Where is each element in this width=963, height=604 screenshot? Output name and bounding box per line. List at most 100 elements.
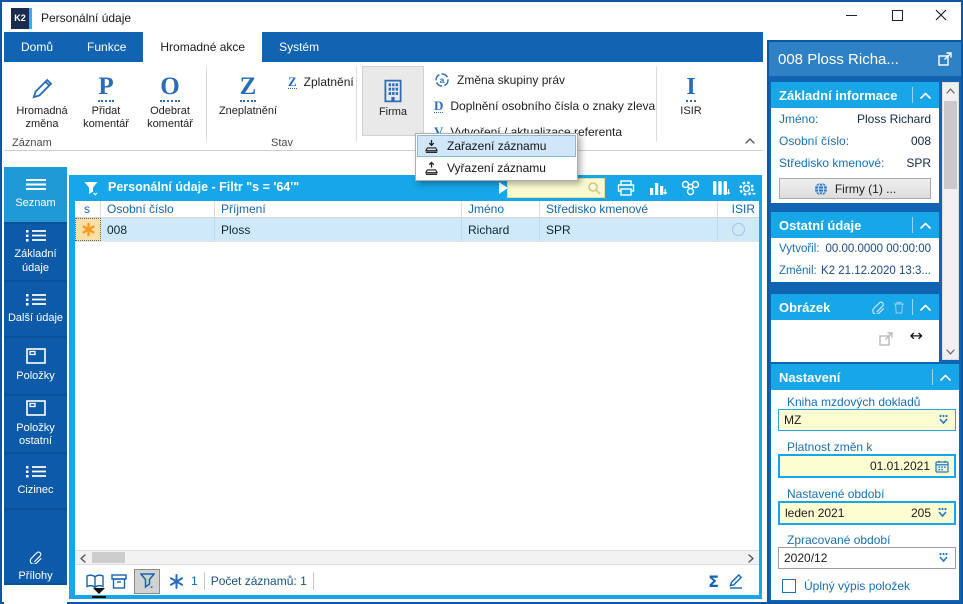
hromadna-zmena-button[interactable]: Hromadná změna xyxy=(10,66,74,136)
scrollbar-thumb[interactable] xyxy=(944,101,957,189)
zmena-skupiny-prav-button[interactable]: a Změna skupiny práv xyxy=(434,68,565,92)
filter-funnel-icon[interactable] xyxy=(79,179,103,197)
scroll-down-button[interactable] xyxy=(943,344,958,359)
record-count-label: Počet záznamů: 1 xyxy=(210,574,307,588)
collapse-chevron-icon[interactable] xyxy=(920,304,931,311)
sidebar-item-polozky-ostatni[interactable]: Položky ostatní xyxy=(4,396,67,454)
menu-item-zarazeni-zaznamu[interactable]: Zařazení záznamu xyxy=(417,135,576,157)
odebrat-komentar-button[interactable]: O Odebrat komentář xyxy=(138,66,202,136)
zplatneni-button[interactable]: Z Zplatnění xyxy=(288,70,354,94)
firma-button[interactable]: Firma xyxy=(362,66,424,136)
menu-item-label: Doplnění osobního čísla o znaky zleva xyxy=(450,99,656,113)
letter-p-icon: P xyxy=(98,73,114,102)
column-header-isir[interactable]: ISIR xyxy=(718,201,759,217)
scroll-left-icon[interactable] xyxy=(80,554,86,563)
obdobi-combo[interactable]: leden 2021 205 xyxy=(778,501,956,525)
workflow-button[interactable] xyxy=(678,179,702,197)
section-header[interactable]: Základní informace xyxy=(771,82,939,108)
column-header-prijmeni[interactable]: Příjmení xyxy=(215,201,462,217)
calendar-icon[interactable] xyxy=(935,460,949,473)
filter-title: Personální údaje - Filtr "s = '64'" xyxy=(108,180,300,194)
column-header-jmeno[interactable]: Jméno xyxy=(462,201,540,217)
letter-z-small-icon: Z xyxy=(288,74,297,89)
combo-extra-value: 205 xyxy=(910,506,931,520)
section-header[interactable]: Nastavení xyxy=(771,364,959,390)
detail-panel: 008 Ploss Richa... Základní informace Jm… xyxy=(767,40,963,604)
sidebar-item-seznam[interactable]: Seznam xyxy=(4,167,67,224)
minimize-button[interactable] xyxy=(834,2,868,28)
columns-button[interactable] xyxy=(709,179,733,197)
tab-system[interactable]: Systém xyxy=(262,32,336,62)
collapse-chevron-icon[interactable] xyxy=(920,92,931,99)
dropdown-icon[interactable] xyxy=(937,552,950,564)
horizontal-scrollbar[interactable] xyxy=(75,550,759,565)
grid-row[interactable]: 008 Ploss Richard SPR xyxy=(75,218,759,242)
panel-scrollbar[interactable] xyxy=(942,82,959,360)
zpracovane-combo[interactable]: 2020/12 xyxy=(778,547,956,569)
dropdown-icon[interactable] xyxy=(937,414,950,426)
new-records-icon[interactable] xyxy=(163,573,189,589)
pridat-komentar-button[interactable]: P Přidat komentář xyxy=(74,66,138,136)
scroll-up-button[interactable] xyxy=(943,83,958,98)
sidebar-item-prilohy[interactable]: Přílohy xyxy=(4,510,67,585)
menu-item-vyrazeni-zaznamu[interactable]: Vyřazení záznamu xyxy=(417,157,576,179)
doplneni-cisla-button[interactable]: D Doplnění osobního čísla o znaky zleva xyxy=(434,94,655,118)
delete-image-icon[interactable] xyxy=(893,301,905,314)
column-header-osobni-cislo[interactable]: Osobní číslo xyxy=(101,201,215,217)
cell-jmeno[interactable]: Richard xyxy=(462,218,540,241)
sidebar-item-label: Cizinec xyxy=(17,483,54,496)
settings-gear-button[interactable] xyxy=(735,179,759,197)
scroll-right-icon[interactable] xyxy=(748,554,754,563)
open-image-icon[interactable] xyxy=(879,332,893,346)
close-button[interactable] xyxy=(924,2,958,28)
sum-button[interactable]: Σ xyxy=(708,572,719,591)
kniha-combo[interactable]: MZ xyxy=(778,409,956,431)
sidebar-item-polozky[interactable]: Položky xyxy=(4,338,67,396)
section-header[interactable]: Obrázek xyxy=(771,294,939,320)
isir-label: ISIR xyxy=(680,105,702,117)
upln-vypis-checkbox-row[interactable]: Úplný výpis položek xyxy=(782,579,910,593)
cell-isir[interactable] xyxy=(718,218,759,241)
scrollbar-thumb[interactable] xyxy=(92,552,125,563)
tab-funkce[interactable]: Funkce xyxy=(70,32,143,62)
archive-view-button[interactable] xyxy=(107,573,131,589)
print-button[interactable] xyxy=(614,179,638,197)
dropdown-icon[interactable] xyxy=(936,507,949,519)
field-label: Vytvořil: xyxy=(779,243,820,255)
ribbon-collapse-button[interactable] xyxy=(742,134,758,148)
isir-indicator-icon xyxy=(732,223,745,236)
sidebar-item-dalsi-udaje[interactable]: Další údaje xyxy=(4,282,67,338)
collapse-chevron-icon[interactable] xyxy=(920,222,931,229)
edit-pencil-button[interactable] xyxy=(719,573,753,589)
column-header-s[interactable]: s xyxy=(75,201,101,217)
collapse-chevron-icon[interactable] xyxy=(940,374,951,381)
tab-hromadne-akce[interactable]: Hromadné akce xyxy=(143,32,263,62)
platnost-date-field[interactable]: 01.01.2021 xyxy=(778,454,956,478)
cell-stredisko[interactable]: SPR xyxy=(540,218,718,241)
zneplatneni-button[interactable]: Z Zneplatnění xyxy=(212,66,284,136)
chart-button[interactable] xyxy=(646,179,670,197)
attach-image-icon[interactable] xyxy=(872,300,885,314)
sidebar-item-zakladni-udaje[interactable]: Základní údaje xyxy=(4,224,67,282)
section-zakladni-informace: Základní informace Jméno: Ploss Richard O… xyxy=(771,82,939,203)
column-header-stredisko[interactable]: Středisko kmenové xyxy=(540,201,718,217)
filter-toggle-button[interactable] xyxy=(134,568,160,594)
sidebar-more-button[interactable] xyxy=(90,586,108,604)
maximize-button[interactable] xyxy=(880,2,914,28)
open-external-icon[interactable] xyxy=(938,52,952,66)
odebrat-komentar-label: Odebrat komentář xyxy=(147,105,193,130)
row-status-cell[interactable] xyxy=(75,218,101,241)
cell-osobni-cislo[interactable]: 008 xyxy=(101,218,215,241)
isir-button[interactable]: I ISIR xyxy=(664,66,718,136)
search-input[interactable] xyxy=(507,178,605,198)
cell-prijmeni[interactable]: Ploss xyxy=(215,218,462,241)
checkbox[interactable] xyxy=(782,579,796,593)
firmy-button[interactable]: Firmy (1) ... xyxy=(779,178,931,199)
close-icon xyxy=(935,9,947,21)
letter-d-icon: D xyxy=(434,98,444,113)
section-header[interactable]: Ostatní údaje xyxy=(771,212,939,238)
pridat-komentar-label: Přidat komentář xyxy=(83,105,129,130)
sidebar-item-cizinec[interactable]: Cizinec xyxy=(4,454,67,510)
resize-width-icon[interactable]: ↔ xyxy=(910,326,923,345)
tab-domu[interactable]: Domů xyxy=(4,32,70,62)
